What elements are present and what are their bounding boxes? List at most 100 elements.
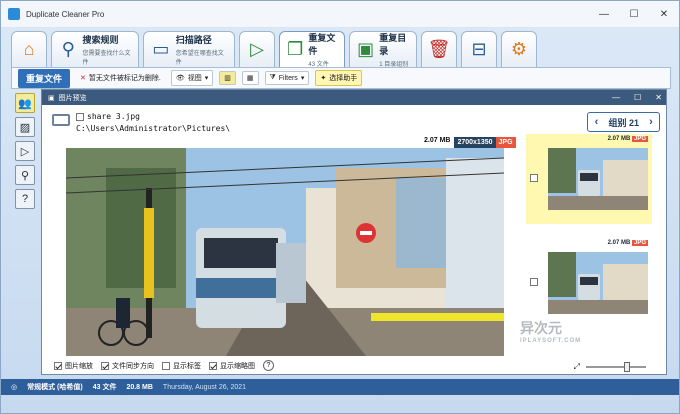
- unmarked-label: 暂无文件被标记为删除.: [88, 75, 161, 82]
- play-icon: ▷: [250, 39, 264, 59]
- tab-home[interactable]: ⌂: [11, 31, 47, 67]
- grid-icon: ▦: [246, 75, 254, 82]
- image-icon[interactable]: ▨: [15, 117, 35, 137]
- tab-scan-path[interactable]: ▭ 扫描路径 您希望在哪查找文件: [143, 31, 235, 67]
- fingerprint-icon: ◎: [11, 384, 18, 391]
- option-image-zoom[interactable]: 图片缩放: [54, 361, 93, 371]
- main-preview-image: [66, 148, 504, 356]
- users-icon[interactable]: 👥: [15, 93, 35, 113]
- wizard-icon: ✦: [320, 75, 327, 82]
- preview-close-button[interactable]: ✕: [655, 93, 662, 102]
- close-button[interactable]: ✕: [649, 1, 679, 27]
- eye-icon: 👁: [175, 75, 185, 82]
- thumb-meta: 2.07 MB JPG: [608, 240, 648, 246]
- preview-icon: ▣: [48, 94, 55, 102]
- thumb-size: 2.07 MB: [607, 136, 631, 142]
- tab-toolbox[interactable]: ⊟: [461, 31, 497, 67]
- tab-label: 重复目录: [379, 33, 407, 56]
- search-icon[interactable]: ⚲: [15, 165, 35, 185]
- thumbnail-image: [548, 252, 648, 314]
- zoom-slider[interactable]: [586, 362, 646, 372]
- chevron-down-icon: ▾: [204, 75, 209, 82]
- thumb-meta: 2.07 MB JPG: [608, 136, 648, 142]
- title-bar: Duplicate Cleaner Pro — ☐ ✕: [1, 1, 679, 27]
- thumbnail-item[interactable]: 2.07 MB JPG: [526, 238, 652, 328]
- play-circle-icon[interactable]: ▷: [15, 141, 35, 161]
- thumb-format: JPG: [631, 136, 648, 142]
- preview-maximize-button[interactable]: ☐: [634, 93, 641, 102]
- prev-group-button[interactable]: ‹: [588, 113, 604, 131]
- tab-start[interactable]: ▷: [239, 31, 275, 67]
- tab-duplicate-folders[interactable]: ▣ 重复目录 1 目录组别: [349, 31, 417, 68]
- help-icon[interactable]: ?: [263, 360, 274, 371]
- thumb-checkbox[interactable]: [530, 278, 538, 286]
- file-header: share 3.jpg C:\Users\Administrator\Pictu…: [52, 112, 230, 133]
- home-icon: ⌂: [23, 39, 35, 59]
- status-size: 20.8 MB: [126, 383, 153, 391]
- file-dimensions: 2700x1350: [454, 137, 496, 148]
- expand-icon[interactable]: ⤢: [574, 362, 580, 372]
- search-icon: ⚲: [61, 39, 75, 59]
- laptop-icon: [52, 114, 70, 126]
- thumbnail-image: [548, 148, 648, 210]
- tab-duplicate-files[interactable]: ❐ 重复文件 43 文件: [279, 31, 345, 68]
- thumb-checkbox[interactable]: [530, 174, 538, 182]
- tab-settings[interactable]: ⚙: [501, 31, 537, 67]
- tab-label: 重复文件: [308, 33, 336, 56]
- toolbar: 重复文件 ✕ 暂无文件被标记为删除. 👁 视图 ▾ ▥ ▦ ⧩ Filters ▾ ✦ 选择…: [11, 67, 671, 89]
- tab-delete[interactable]: 🗑: [421, 31, 457, 67]
- filter-icon: ⧩: [269, 74, 276, 81]
- status-mode: 常规模式 (哈希值): [27, 384, 83, 391]
- gear-icon: ⚙: [510, 39, 528, 59]
- file-format: JPG: [495, 137, 516, 148]
- unmarked-status: ✕ 暂无文件被标记为删除.: [76, 71, 165, 85]
- chevron-down-icon: ▾: [300, 75, 305, 82]
- group-label: 组别 21: [608, 117, 639, 128]
- option-show-thumbnails[interactable]: 显示缩略图: [209, 361, 255, 371]
- railway-scene: [66, 148, 504, 356]
- file-path: C:\Users\Administrator\Pictures\: [76, 124, 231, 133]
- preview-title: 图片预览: [58, 94, 87, 102]
- next-group-button[interactable]: ›: [643, 113, 659, 131]
- file-name: share 3.jpg: [87, 112, 140, 121]
- ribbon-tabs: ⌂ ⚲ 搜索规则 您需要查找什么文件 ▭ 扫描路径 您希望在哪查找文件 ▷ ❐ 重复…: [11, 31, 537, 68]
- status-files: 43 文件: [92, 384, 117, 391]
- file-meta: 2.07 MB 2700x1350 JPG: [420, 137, 516, 148]
- watermark-sub: IPLAYSOFT.COM: [520, 338, 582, 344]
- status-bar: ◎ 常规模式 (哈希值) 43 文件 20.8 MB Thursday, Aug…: [1, 379, 679, 395]
- trash-icon: 🗑: [427, 39, 451, 59]
- watermark-text: 异次元: [520, 320, 562, 336]
- help-icon[interactable]: ?: [15, 189, 35, 209]
- app-window: Duplicate Cleaner Pro — ☐ ✕ ⌂ ⚲ 搜索规则 您需要查…: [0, 0, 680, 414]
- option-sync-direction[interactable]: 文件同步方向: [101, 361, 154, 371]
- minimize-button[interactable]: —: [589, 1, 619, 27]
- zoom-slider-knob[interactable]: [624, 362, 630, 372]
- filters-label: Filters: [278, 74, 298, 82]
- tab-sublabel: 您需要查找什么文件: [82, 51, 131, 66]
- thumbnail-item[interactable]: 2.07 MB JPG: [526, 134, 652, 224]
- duplicate-folder-icon: ▣: [357, 39, 375, 59]
- columns-view-button[interactable]: ▥: [219, 71, 236, 85]
- group-navigator: ‹ 组别 21 ›: [587, 112, 660, 132]
- selection-wizard-button[interactable]: ✦ 选择助手: [315, 70, 363, 86]
- wizard-label: 选择助手: [329, 75, 358, 82]
- duplicate-files-button[interactable]: 重复文件: [18, 68, 71, 88]
- view-dropdown[interactable]: 👁 视图 ▾: [170, 70, 214, 86]
- tab-sublabel: 您希望在哪查找文件: [175, 51, 224, 66]
- tab-search-rules[interactable]: ⚲ 搜索规则 您需要查找什么文件: [51, 31, 139, 67]
- duplicate-files-icon: ❐: [287, 39, 304, 59]
- filters-dropdown[interactable]: ⧩ Filters ▾: [264, 71, 310, 85]
- maximize-button[interactable]: ☐: [619, 1, 649, 27]
- file-checkbox[interactable]: [76, 112, 84, 121]
- file-size: 2.07 MB: [424, 137, 451, 144]
- left-sidebar: 👥 ▨ ▷ ⚲ ?: [15, 93, 37, 209]
- tab-label: 扫描路径: [175, 35, 212, 45]
- preview-minimize-button[interactable]: —: [612, 93, 620, 102]
- columns-icon: ▥: [224, 75, 231, 82]
- option-show-labels[interactable]: 显示标签: [162, 361, 201, 371]
- app-logo-icon: [8, 8, 20, 20]
- zoom-control: ⤢: [574, 362, 646, 372]
- grid-view-button[interactable]: ▦: [241, 71, 259, 85]
- preview-options: 图片缩放 文件同步方向 显示标签 显示缩略图 ?: [54, 360, 274, 371]
- preview-title-bar: ▣ 图片预览 — ☐ ✕: [42, 90, 666, 105]
